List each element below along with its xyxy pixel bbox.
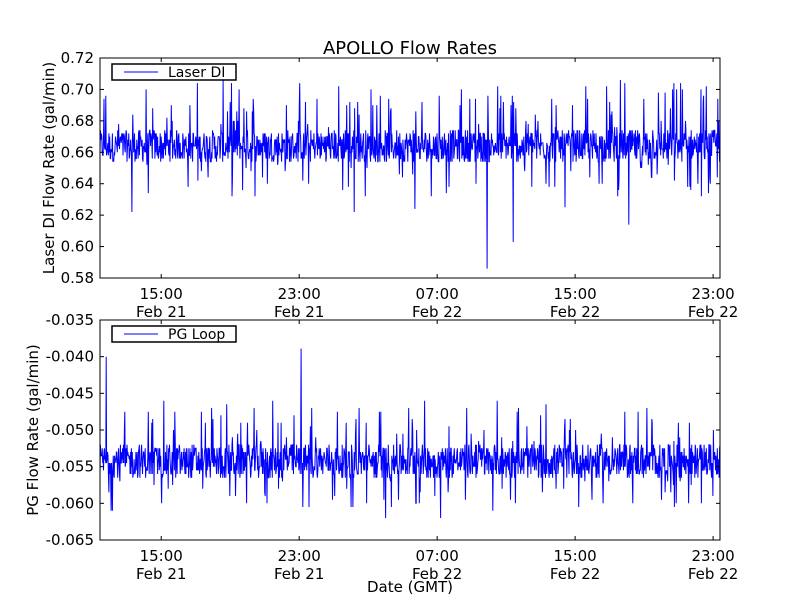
x-tick-date: Feb 21 xyxy=(274,565,324,583)
y-tick-label: 0.58 xyxy=(61,269,94,287)
chart-figure: APOLLO Flow Rates 0.58 0.60 0.62 0.64 0.66 0.… xyxy=(0,0,800,600)
figure-svg: APOLLO Flow Rates 0.58 0.60 0.62 0.64 0.66 0.… xyxy=(24,38,738,596)
legend: PG Loop xyxy=(111,325,237,343)
y-tick-label: 0.66 xyxy=(61,143,94,161)
axes-frame xyxy=(99,319,721,541)
x-tick-date: Feb 22 xyxy=(550,565,600,583)
x-tick-date: Feb 21 xyxy=(136,303,186,321)
x-tick-time: 07:00 xyxy=(416,285,459,303)
series-line-pg-loop xyxy=(100,348,720,519)
y-tick-label: 0.72 xyxy=(61,49,94,67)
y-tick-label: -0.060 xyxy=(46,494,94,512)
y-tick-label: 0.68 xyxy=(61,112,94,130)
y-tick-label: 0.60 xyxy=(61,238,94,256)
x-tick-date: Feb 22 xyxy=(688,303,738,321)
chart-title: APOLLO Flow Rates xyxy=(323,38,497,59)
series-line-laser-di xyxy=(100,79,720,269)
y-tick-label: 0.64 xyxy=(61,175,94,193)
y-axis-label: PG Flow Rate (gal/min) xyxy=(24,344,42,516)
x-tick-time: 23:00 xyxy=(691,547,734,565)
x-tick-date: Feb 22 xyxy=(550,303,600,321)
legend: Laser DI xyxy=(111,63,237,81)
y-tick-label: -0.055 xyxy=(46,458,94,476)
y-axis-label: Laser DI Flow Rate (gal/min) xyxy=(40,62,58,274)
y-tick-label: -0.035 xyxy=(46,311,94,329)
x-axis-label: Date (GMT) xyxy=(367,578,453,596)
x-tick-date: Feb 22 xyxy=(412,303,462,321)
y-tick-label: 0.70 xyxy=(61,80,94,98)
x-tick-time: 07:00 xyxy=(416,547,459,565)
x-tick-date: Feb 21 xyxy=(136,565,186,583)
y-tick-label: -0.050 xyxy=(46,421,94,439)
bottom-axes: -0.065 -0.060 -0.055 -0.050 -0.045 -0.040 -0.0… xyxy=(24,311,738,583)
x-tick-time: 23:00 xyxy=(278,285,321,303)
y-tick-label: 0.62 xyxy=(61,206,94,224)
y-tick-label: -0.065 xyxy=(46,531,94,549)
x-tick-time: 15:00 xyxy=(554,547,597,565)
x-tick-date: Feb 21 xyxy=(274,303,324,321)
y-tick-label: -0.040 xyxy=(46,348,94,366)
axes-frame xyxy=(99,57,721,279)
x-tick-time: 15:00 xyxy=(140,285,183,303)
top-axes: 0.580.600.620.640.660.680.700.7215:00Feb… xyxy=(40,49,738,321)
x-tick-date: Feb 22 xyxy=(688,565,738,583)
x-tick-time: 15:00 xyxy=(554,285,597,303)
x-tick-time: 23:00 xyxy=(278,547,321,565)
legend-label: Laser DI xyxy=(168,65,225,81)
legend-label: PG Loop xyxy=(168,327,225,343)
x-tick-time: 15:00 xyxy=(140,547,183,565)
y-tick-label: -0.045 xyxy=(46,384,94,402)
x-tick-time: 23:00 xyxy=(691,285,734,303)
